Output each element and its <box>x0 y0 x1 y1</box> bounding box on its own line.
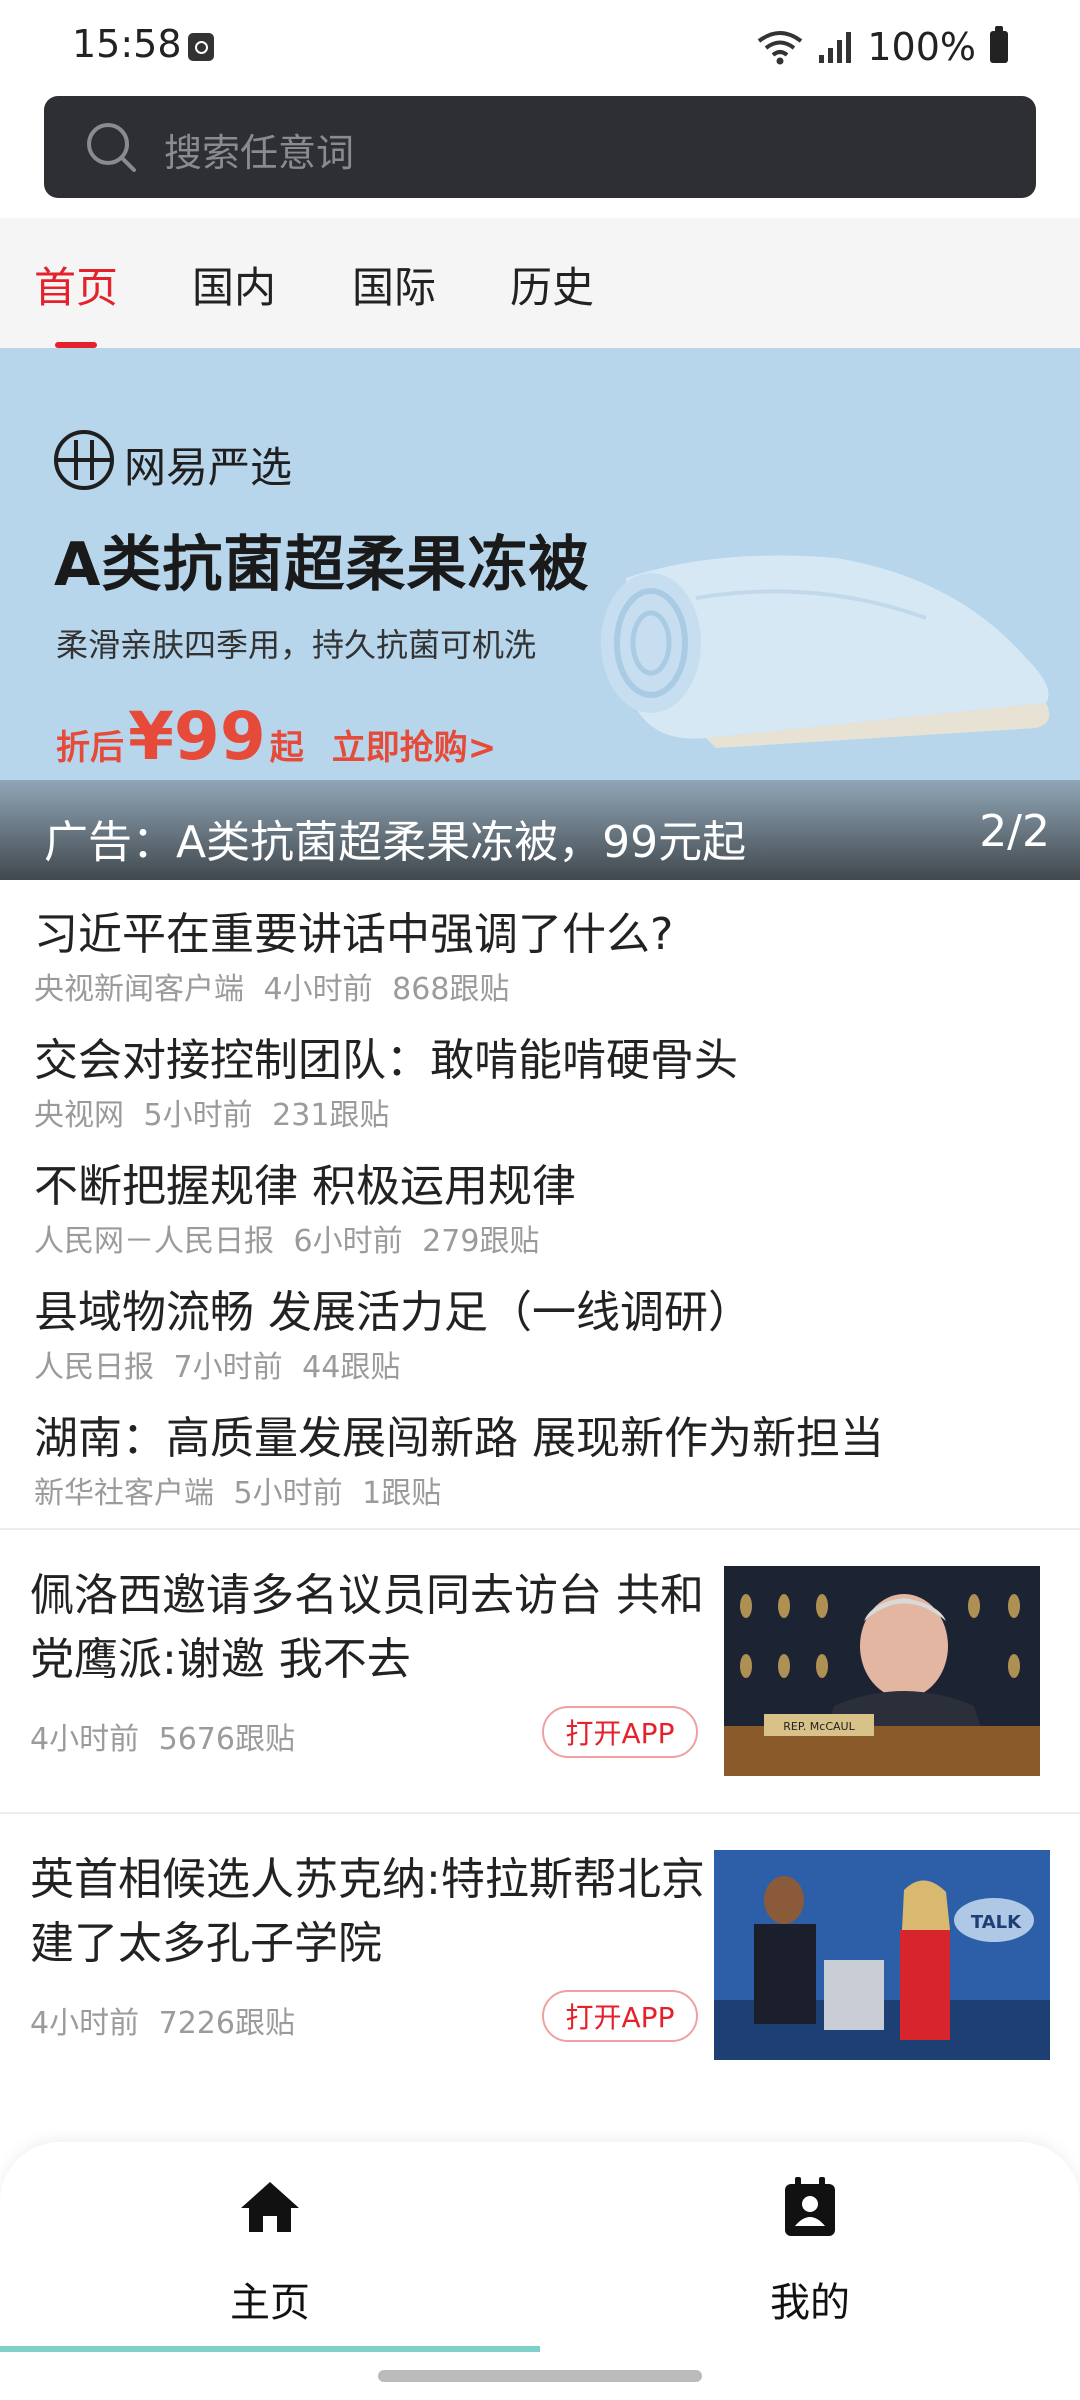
banner-caption: 广告：A类抗菌超柔果冻被，99元起 <box>44 817 747 868</box>
headline-meta: 新华社客户端 5小时前 1跟贴 <box>34 1476 442 1511</box>
ad-price: 折后 ¥99 起 立即抢购> <box>56 698 496 775</box>
news-card[interactable]: 英首相候选人苏克纳:特拉斯帮北京建了太多孔子学院 4小时前 7226跟贴 打开A… <box>0 1814 1080 2094</box>
price-prefix: 折后 <box>56 728 124 768</box>
list-item[interactable]: 县域物流畅 发展活力足（一线调研） 人民日报 7小时前 44跟贴 <box>34 1258 1054 1385</box>
headline-meta: 央视新闻客户端 4小时前 868跟贴 <box>34 972 510 1007</box>
open-app-button[interactable]: 打开APP <box>542 1706 698 1758</box>
list-item[interactable]: 交会对接控制团队：敢啃能啃硬骨头 央视网 5小时前 231跟贴 <box>34 1006 1054 1133</box>
home-icon <box>241 2182 299 2232</box>
news-card-meta: 4小时前 7226跟贴 <box>30 2006 295 2041</box>
search-input[interactable]: 搜索任意词 <box>164 122 354 177</box>
banner-caption-bar: 广告：A类抗菌超柔果冻被，99元起 2/2 <box>0 780 1080 880</box>
nav-item-mine[interactable]: 我的 <box>540 2142 1080 2342</box>
nav-label-home: 主页 <box>230 2280 310 2326</box>
headline-title: 习近平在重要讲话中强调了什么? <box>34 909 674 960</box>
news-card-title: 英首相候选人苏克纳:特拉斯帮北京建了太多孔子学院 <box>30 1854 705 1969</box>
active-nav-indicator <box>0 2346 540 2352</box>
status-indicators: 100% <box>757 22 1008 72</box>
category-tabs: 首页 国内 国际 历史 <box>0 218 1080 348</box>
headline-title: 湖南：高质量发展闯新路 展现新作为新担当 <box>34 1413 884 1464</box>
quilt-product-image <box>601 555 1050 748</box>
contact-icon <box>785 2177 835 2236</box>
ad-headline: A类抗菌超柔果冻被 <box>54 530 590 600</box>
home-indicator[interactable] <box>378 2370 702 2382</box>
ad-subline: 柔滑亲肤四季用，持久抗菌可机洗 <box>56 626 537 664</box>
headline-title: 县域物流畅 发展活力足（一线调研） <box>34 1287 752 1338</box>
tab-history[interactable]: 历史 <box>510 254 594 344</box>
list-item[interactable]: 习近平在重要讲话中强调了什么? 央视新闻客户端 4小时前 868跟贴 <box>34 880 1054 1007</box>
search-bar[interactable]: 搜索任意词 <box>44 96 1036 198</box>
news-card-meta: 4小时前 5676跟贴 <box>30 1722 295 1757</box>
status-time: 15:58 <box>72 22 182 66</box>
list-item[interactable]: 湖南：高质量发展闯新路 展现新作为新担当 新华社客户端 5小时前 1跟贴 <box>34 1384 1054 1511</box>
banner-pager: 2/2 <box>979 806 1050 857</box>
tab-home[interactable]: 首页 <box>34 254 118 344</box>
price-value: ¥99 <box>128 698 266 775</box>
buy-now-link[interactable]: 立即抢购> <box>332 720 497 769</box>
bottom-navigation: 主页 我的 <box>0 2142 1080 2400</box>
headline-title: 交会对接控制团队：敢啃能啃硬骨头 <box>34 1035 738 1086</box>
wifi-icon <box>758 31 803 65</box>
headline-title: 不断把握规律 积极运用规律 <box>34 1161 576 1212</box>
tab-domestic[interactable]: 国内 <box>192 254 276 344</box>
search-icon <box>87 123 136 172</box>
news-thumbnail: REP. McCAUL <box>724 1566 1040 1776</box>
open-app-button[interactable]: 打开APP <box>542 1990 698 2042</box>
brand-logo-icon <box>54 430 114 490</box>
studio-sign-text: TALK <box>971 1912 1022 1933</box>
signal-icon <box>819 32 852 63</box>
nameplate-text: REP. McCAUL <box>783 1720 855 1733</box>
headline-meta: 人民网－人民日报 6小时前 279跟贴 <box>34 1224 540 1259</box>
headline-meta: 央视网 5小时前 231跟贴 <box>34 1098 390 1133</box>
nav-label-mine: 我的 <box>770 2280 850 2326</box>
headline-meta: 人民日报 7小时前 44跟贴 <box>34 1350 401 1385</box>
nav-item-home[interactable]: 主页 <box>0 2142 540 2342</box>
ad-banner[interactable]: 网易严选 A类抗菌超柔果冻被 柔滑亲肤四季用，持久抗菌可机洗 折后 ¥99 起 … <box>0 348 1080 880</box>
brand-name: 网易严选 <box>124 443 293 492</box>
news-thumbnail: TALK <box>714 1850 1050 2060</box>
alarm-icon <box>188 33 214 61</box>
list-item[interactable]: 不断把握规律 积极运用规律 人民网－人民日报 6小时前 279跟贴 <box>34 1132 1054 1259</box>
news-card-title: 佩洛西邀请多名议员同去访台 共和党鹰派:谢邀 我不去 <box>30 1570 704 1685</box>
price-suffix: 起 <box>269 728 304 768</box>
tab-international[interactable]: 国际 <box>352 254 436 344</box>
battery-icon <box>990 26 1008 63</box>
news-card[interactable]: 佩洛西邀请多名议员同去访台 共和党鹰派:谢邀 我不去 4小时前 5676跟贴 打… <box>0 1530 1080 1810</box>
status-bar: 15:58 100% <box>0 0 1080 92</box>
battery-percentage: 100% <box>867 25 976 69</box>
